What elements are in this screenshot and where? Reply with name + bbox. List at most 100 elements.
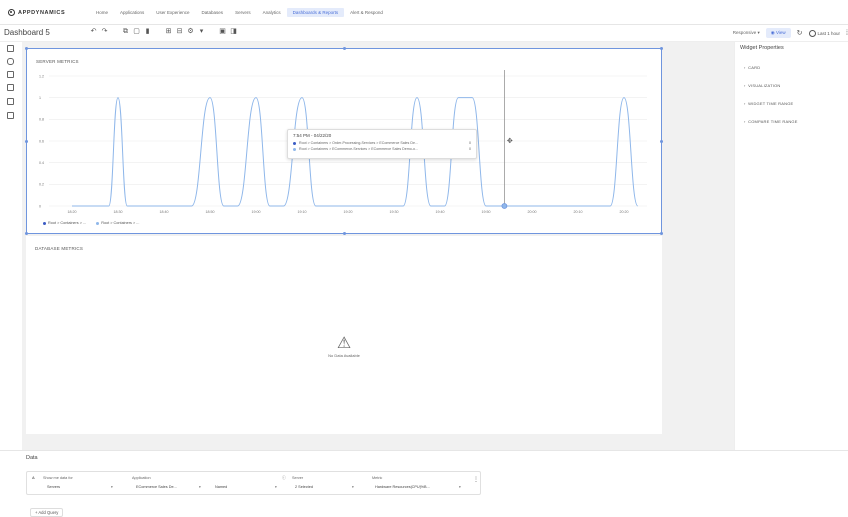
clock-icon [808, 29, 816, 37]
view-label: View [775, 30, 786, 35]
time-range-picker[interactable]: Last 1 hour [808, 29, 841, 37]
nav-item-home[interactable]: Home [90, 8, 114, 17]
section-label: CARD [748, 65, 761, 70]
no-data-text: No Data Available [328, 353, 360, 358]
database-metrics-widget[interactable]: DATABASE METRICS ⚠ No Data Available [26, 236, 662, 434]
tooltip-value: 0 [469, 147, 471, 151]
x-tick-label: 19:10 [298, 210, 307, 214]
nav-item-alert-respond[interactable]: Alert & Respond [344, 8, 389, 17]
widget-properties-panel: Widget Properties › CARD › VISUALIZATION… [734, 42, 848, 450]
image-icon[interactable]: ▣ [219, 28, 226, 36]
resize-handle[interactable] [25, 232, 28, 235]
resize-handle[interactable] [343, 47, 346, 50]
resize-handle[interactable] [25, 140, 28, 143]
metric-label: Metric [372, 476, 383, 480]
x-tick-label: 18:50 [206, 210, 215, 214]
top-nav: APPDYNAMICS Home Applications User Exper… [0, 0, 848, 25]
info-icon: ⓘ [282, 476, 286, 480]
y-tick-label: 1 [39, 96, 41, 100]
nav-item-analytics[interactable]: Analytics [257, 8, 287, 17]
x-tick-label: 19:30 [390, 210, 399, 214]
distribute-icon[interactable]: ⊟ [176, 28, 183, 36]
legend-item[interactable]: Root > Containers > ... [96, 221, 139, 225]
delete-icon[interactable]: ▮ [144, 28, 151, 36]
add-widget-icon[interactable] [7, 45, 14, 52]
align-icon[interactable]: ⊞ [165, 28, 172, 36]
data-panel-title: Data [26, 455, 38, 461]
chevron-down-icon[interactable]: ▾ [275, 485, 277, 489]
shape-icon[interactable] [7, 58, 14, 65]
tooltip-time: 7:54 PM - 04/22/20 [293, 133, 332, 138]
data-panel: Data A Show me data for Servers ▾ Applic… [0, 450, 848, 517]
metric-select[interactable]: Hardware Resources|CPU|%B... [375, 485, 430, 489]
resize-handle[interactable] [660, 232, 663, 235]
section-card[interactable]: › CARD [744, 65, 760, 70]
table-widget-icon[interactable] [7, 84, 14, 91]
section-widget-time-range[interactable]: › WIDGET TIME RANGE [744, 101, 793, 106]
time-range-label: Last 1 hour [817, 30, 841, 36]
iframe-widget-icon[interactable] [7, 112, 14, 119]
view-button[interactable]: ◉ View [765, 28, 791, 38]
dashboard-toolbar: Dashboard 5 ↶ ↷ ⧉ ▢ ▮ ⊞ ⊟ ⚙ ▾ ▣ ◨ Respon… [0, 25, 848, 42]
y-tick-label: 0.2 [39, 183, 44, 187]
y-tick-label: 0.6 [39, 139, 44, 143]
image-widget-icon[interactable] [7, 71, 14, 78]
logo-text: APPDYNAMICS [18, 9, 66, 16]
section-compare-time-range[interactable]: › COMPARE TIME RANGE [744, 119, 798, 124]
more-icon[interactable]: ⋮ [473, 476, 479, 483]
show-me-select[interactable]: Servers [47, 485, 60, 489]
nav-item-servers[interactable]: Servers [229, 8, 257, 17]
panel-title: Widget Properties [740, 45, 784, 51]
nav-item-applications[interactable]: Applications [114, 8, 150, 17]
x-tick-label: 18:20 [68, 210, 77, 214]
x-tick-label: 19:40 [436, 210, 445, 214]
text-widget-icon[interactable] [7, 98, 14, 105]
nav-items: Home Applications User Experience Databa… [90, 8, 389, 17]
section-visualization[interactable]: › VISUALIZATION [744, 83, 780, 88]
nav-item-databases[interactable]: Databases [196, 8, 230, 17]
resize-handle[interactable] [660, 47, 663, 50]
undo-icon[interactable]: ↶ [90, 28, 97, 36]
chevron-down-icon[interactable]: ▾ [459, 485, 461, 489]
redo-icon[interactable]: ↷ [101, 28, 108, 36]
paste-icon[interactable]: ▢ [133, 28, 140, 36]
chevron-down-icon[interactable]: ▾ [111, 485, 113, 489]
application-mode-select[interactable]: Named [215, 485, 227, 489]
x-tick-label: 19:50 [482, 210, 491, 214]
nav-item-dashboards[interactable]: Dashboards & Reports [286, 8, 345, 17]
legend-label: Root > Containers > ... [48, 221, 87, 225]
legend-item[interactable]: Root > Containers > ... [43, 221, 86, 225]
dashboard-title[interactable]: Dashboard 5 [4, 28, 50, 37]
resize-handle[interactable] [343, 232, 346, 235]
application-label: Application [132, 476, 151, 480]
y-tick-label: 0.4 [39, 161, 44, 165]
chevron-down-icon[interactable]: ▾ [198, 28, 205, 36]
move-cursor-icon: ✥ [507, 137, 513, 145]
add-query-button[interactable]: + Add Query [30, 508, 64, 517]
dashboard-canvas: SERVER METRICS 1.2 1 0.8 0.6 0.4 0.2 0 18:20 18:… [22, 42, 734, 450]
refresh-icon[interactable]: ↻ [797, 29, 803, 37]
server-select[interactable]: 2 Selected [295, 485, 313, 489]
widget-title: DATABASE METRICS [35, 246, 84, 251]
query-card: A Show me data for Servers ▾ Application… [26, 471, 481, 495]
section-label: WIDGET TIME RANGE [748, 101, 794, 106]
chevron-down-icon[interactable]: ▾ [352, 485, 354, 489]
hover-point [501, 203, 508, 209]
widget-palette [0, 42, 22, 432]
layout-icon[interactable]: ◨ [230, 28, 237, 36]
tooltip-row: Root > Containers > Order-Processing-Ser… [293, 141, 471, 145]
server-metrics-widget[interactable]: SERVER METRICS 1.2 1 0.8 0.6 0.4 0.2 0 18:20 18:… [25, 47, 663, 235]
resize-handle[interactable] [25, 47, 28, 50]
responsive-select[interactable]: Responsive ▾ [733, 30, 760, 36]
settings-icon[interactable]: ⚙ [187, 28, 194, 36]
chevron-down-icon[interactable]: ▾ [199, 485, 201, 489]
copy-icon[interactable]: ⧉ [122, 28, 129, 36]
y-tick-label: 0.8 [39, 118, 44, 122]
nav-item-user-experience[interactable]: User Experience [150, 8, 195, 17]
app-logo[interactable]: APPDYNAMICS [8, 9, 65, 16]
chart-tooltip: 7:54 PM - 04/22/20 Root > Containers > O… [287, 129, 477, 159]
application-select[interactable]: ECommerce Sales De... [136, 485, 177, 489]
resize-handle[interactable] [660, 140, 663, 143]
y-tick-label: 1.2 [39, 74, 44, 78]
x-tick-label: 20:20 [620, 210, 629, 214]
